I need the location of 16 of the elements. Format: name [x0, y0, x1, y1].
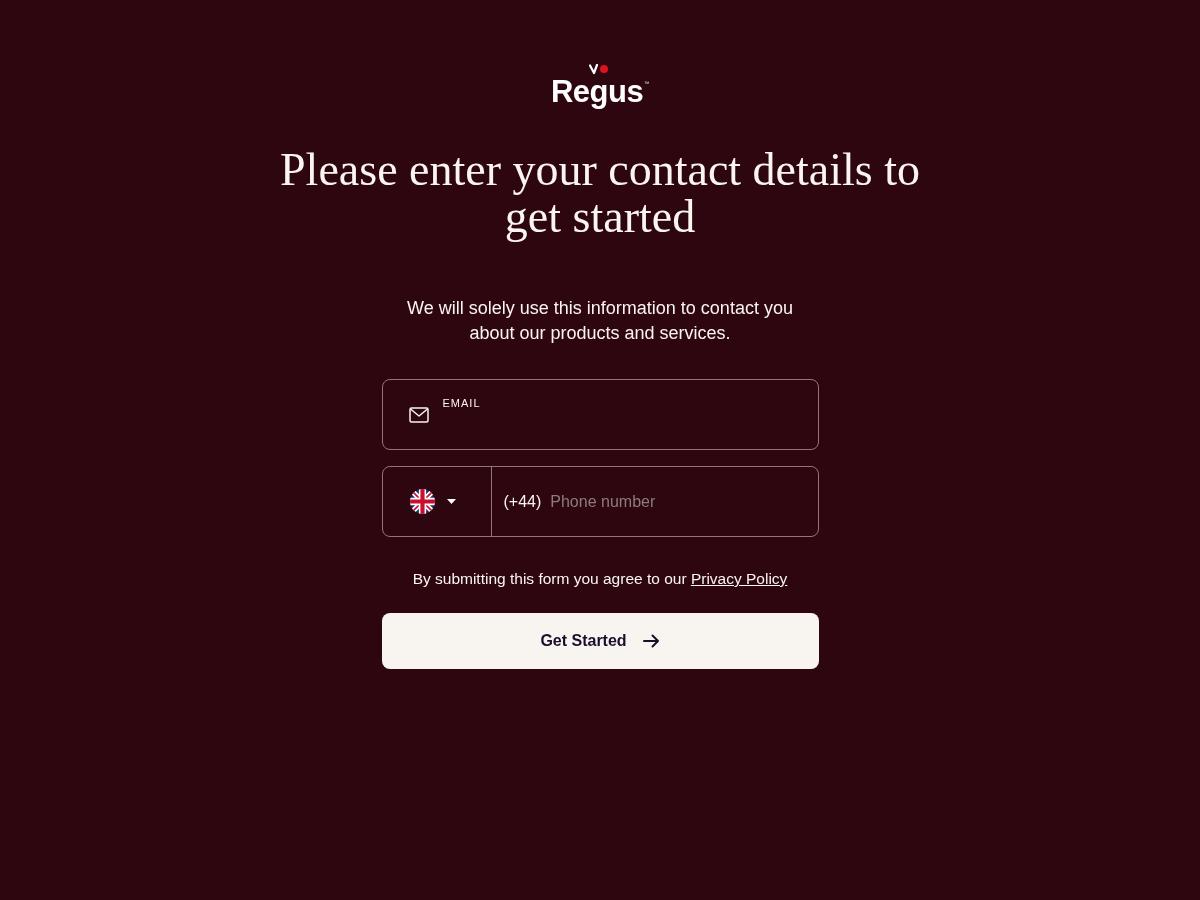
envelope-icon — [408, 406, 429, 423]
arrow-right-icon — [642, 634, 660, 648]
dial-code: (+44) — [502, 491, 542, 512]
email-label: EMAIL — [442, 397, 481, 409]
phone-number-input[interactable]: Phone number — [550, 467, 804, 536]
logo-wordmark: Regus — [550, 76, 644, 107]
intro-text: We will solely use this information to contact you about our products and services. — [406, 297, 794, 345]
caret-icon — [446, 499, 456, 504]
page-heading: Please enter your contact details to get started — [279, 146, 921, 240]
get-started-button[interactable]: Get Started — [381, 613, 819, 669]
email-field[interactable]: EMAIL — [381, 379, 819, 450]
logo-tick-dot-icon — [588, 64, 609, 77]
flag-icon — [409, 489, 435, 514]
consent-text: By submitting this form you agree to our Privacy Policy — [412, 569, 788, 589]
phone-field[interactable]: (+44) Phone number — [381, 466, 819, 537]
privacy-policy-link[interactable]: Privacy Policy — [690, 570, 788, 587]
